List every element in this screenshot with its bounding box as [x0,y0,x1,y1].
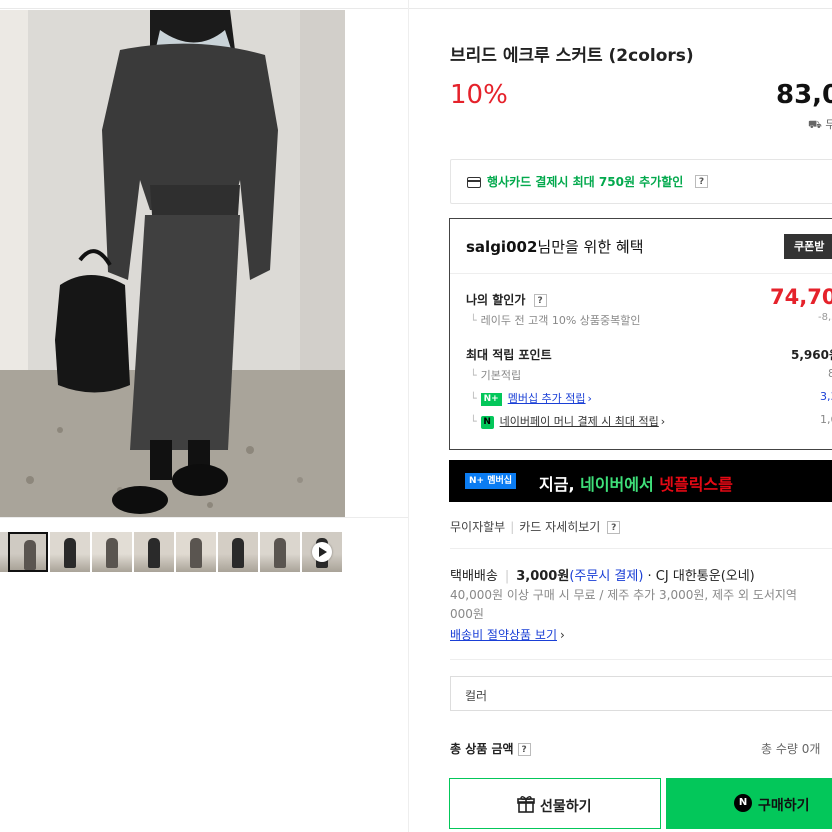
shipping-saving-link[interactable]: 배송비 절약상품 보기 [450,628,557,642]
npay-points-link[interactable]: 네이버페이 머니 결제 시 최대 적립 [500,415,659,428]
play-icon [312,542,332,562]
gift-button[interactable]: 선물하기 [449,778,661,829]
thumbnail-figure [64,538,76,568]
npay-points-value: 1,6 [820,413,832,426]
basic-points-value: 8 [828,367,832,380]
main-product-photo[interactable] [0,10,345,517]
thumbnail[interactable] [176,532,216,572]
card-details-link[interactable]: 카드 자세히보기 [519,520,600,534]
points-total: 5,960원 [791,348,832,362]
my-discount-sub-text: 레이두 전 고객 10% 상품중복할인 [480,314,641,327]
thumbnail-figure [274,538,286,568]
thumbnail-figure [232,538,244,568]
color-option-placeholder: 컬러 [465,689,488,703]
installment-help-icon[interactable]: ? [607,521,621,534]
installment-label: 무이자할부 [450,520,506,534]
benefit-username: salgi002 [466,238,538,256]
thumbnail[interactable] [134,532,174,572]
thumbnail[interactable] [92,532,132,572]
naver-pay-icon: N [480,415,494,429]
total-quantity: 총 수량 0개 [761,742,821,756]
thumbnail-figure [24,540,36,570]
my-discount-label: 나의 할인가 [466,293,526,307]
benefit-divider [450,273,832,274]
thumbnail-figure [148,538,160,568]
shipping-fee: 3,000원 [516,569,570,584]
shipping-note-continued: 000원 [450,607,484,621]
credit-card-icon [467,177,481,188]
gallery-divider [0,517,408,518]
product-photo-illustration [0,10,345,517]
thumbnail-figure [190,538,202,568]
column-divider [408,0,409,832]
my-discount-price: 74,70 [770,285,832,309]
basic-points-row: └ 기본적립 [470,369,522,382]
points-label: 최대 적립 포인트 [466,348,552,362]
netflix-banner-text: 지금, 네이버에서 넷플릭스를 [539,471,733,495]
banner-text-green: 네이버에서 [580,475,660,494]
chevron-right-icon: › [560,628,565,642]
naver-plus-membership-badge: N+ 멤버십 [465,473,517,489]
gift-button-label: 선물하기 [540,799,592,815]
basic-points-label: 기본적립 [480,369,522,382]
card-promo-help-icon[interactable]: ? [695,175,708,188]
member-benefit-box: salgi002님만을 위한 혜택 쿠폰받 나의 할인가 ? 74,70 └ 레이… [449,218,832,450]
my-discount-sub: └ 레이두 전 고객 10% 상품중복할인 [470,314,641,327]
top-divider [0,8,832,9]
membership-points-row: └ N+ 멤버십 추가 적립 › [470,392,592,406]
membership-points-value: 3,3 [820,390,832,403]
product-title: 브리드 에크루 스커트 (2colors) [450,46,694,66]
my-discount-help-icon[interactable]: ? [533,294,547,307]
truck-icon: ⛟ [808,118,822,131]
divider [450,659,832,660]
divider [450,548,832,549]
banner-text-red: 넷플릭스를 [659,475,733,494]
shipping-carrier: · CJ 대한통운(오네) [647,569,755,584]
installment-row: 무이자할부 | 카드 자세히보기 ? [450,518,621,535]
delivery-note: ⛟ 무 [808,116,832,133]
thumbnail[interactable] [8,532,48,572]
color-option-select[interactable]: 컬러 [450,676,832,711]
discount-rate: 10% [450,80,508,110]
naver-pay-icon: N [734,794,752,812]
chevron-right-icon: › [660,415,666,428]
my-discount-row: 나의 할인가 ? [466,291,547,308]
my-discount-diff: -8,3 [818,312,832,323]
product-price: 83,0 [776,80,832,110]
coupon-download-button[interactable]: 쿠폰받 [784,234,832,259]
naver-plus-badge: N+ [480,392,502,406]
buy-button-label: 구매하기 [758,798,810,814]
shipping-row: 택배배송 | 3,000원(주문시 결제) · CJ 대한통운(오네) [450,569,755,584]
total-amount-label: 총 상품 금액 [450,742,514,756]
thumbnail[interactable] [260,532,300,572]
chevron-right-icon: › [587,392,592,405]
total-amount-help-icon[interactable]: ? [517,743,531,756]
card-promo-text: 행사카드 결제시 최대 750원 추가할인 [487,175,684,189]
banner-text-white: 지금, [539,475,581,494]
gift-icon [517,795,535,817]
total-amount-row: 총 상품 금액? [450,740,531,757]
shipping-pay-note: (주문시 결제) [569,569,644,584]
netflix-promo-banner[interactable]: N+ 멤버십 지금, 네이버에서 넷플릭스를 [449,460,832,502]
card-promo-banner[interactable]: 행사카드 결제시 최대 750원 추가할인 ? [450,159,832,204]
thumbnail-figure [106,538,118,568]
shipping-saving-link-row: 배송비 절약상품 보기 › [450,626,565,643]
buy-button[interactable]: N 구매하기 [666,778,832,829]
benefit-title-rest: 님만을 위한 혜택 [537,238,644,256]
npay-points-row: └ N 네이버페이 머니 결제 시 최대 적립 › [470,415,666,429]
shipping-type: 택배배송 [450,569,498,584]
shipping-note: 40,000원 이상 구매 시 무료 / 제주 추가 3,000원, 제주 외 … [450,588,797,602]
thumbnail[interactable] [50,532,90,572]
membership-points-link[interactable]: 멤버십 추가 적립 [508,392,586,405]
thumbnail[interactable] [218,532,258,572]
delivery-note-text: 무 [825,118,832,131]
benefit-title: salgi002님만을 위한 혜택 [466,236,644,257]
thumbnail[interactable] [302,532,342,572]
